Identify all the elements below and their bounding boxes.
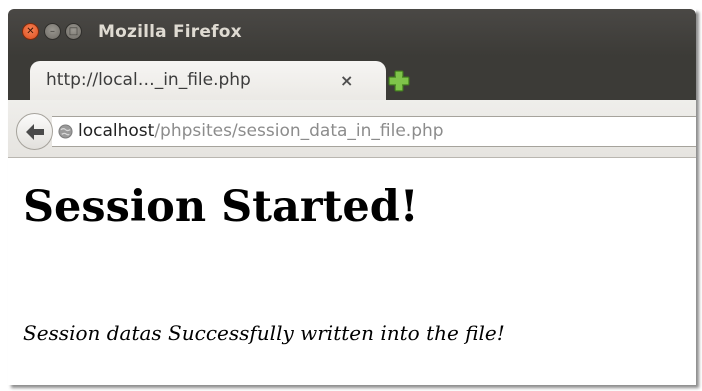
window-maximize-button[interactable]: □ xyxy=(65,23,82,40)
url-text: localhost/phpsites/session_data_in_file.… xyxy=(78,121,444,141)
new-tab-button[interactable] xyxy=(388,70,410,92)
close-icon: ✕ xyxy=(26,25,35,37)
status-message: Session datas Successfully written into … xyxy=(23,321,505,345)
url-bar[interactable]: localhost/phpsites/session_data_in_file.… xyxy=(52,116,696,147)
tab-strip: http://local…_in_file.php × xyxy=(8,56,696,101)
back-arrow-icon xyxy=(25,123,44,140)
navigation-bar: localhost/phpsites/session_data_in_file.… xyxy=(8,100,696,158)
browser-window: ✕ – □ Mozilla Firefox http://local…_in_f… xyxy=(8,9,696,385)
globe-icon xyxy=(58,124,73,139)
title-bar: ✕ – □ Mozilla Firefox xyxy=(8,9,696,56)
url-path: /phpsites/session_data_in_file.php xyxy=(154,121,444,141)
minimize-icon: – xyxy=(50,25,55,37)
window-title: Mozilla Firefox xyxy=(98,22,242,42)
window-close-button[interactable]: ✕ xyxy=(22,23,39,40)
tab-title: http://local…_in_file.php xyxy=(46,70,251,90)
url-host: localhost xyxy=(78,121,155,141)
back-button[interactable] xyxy=(16,113,53,150)
tab-close-button[interactable]: × xyxy=(340,71,353,90)
page-content: Session Started! Session datas Successfu… xyxy=(8,158,696,385)
plus-icon xyxy=(388,70,410,92)
page-heading: Session Started! xyxy=(23,182,419,232)
tab-active[interactable]: http://local…_in_file.php × xyxy=(30,61,386,101)
window-minimize-button[interactable]: – xyxy=(44,23,61,40)
maximize-icon: □ xyxy=(68,25,79,37)
